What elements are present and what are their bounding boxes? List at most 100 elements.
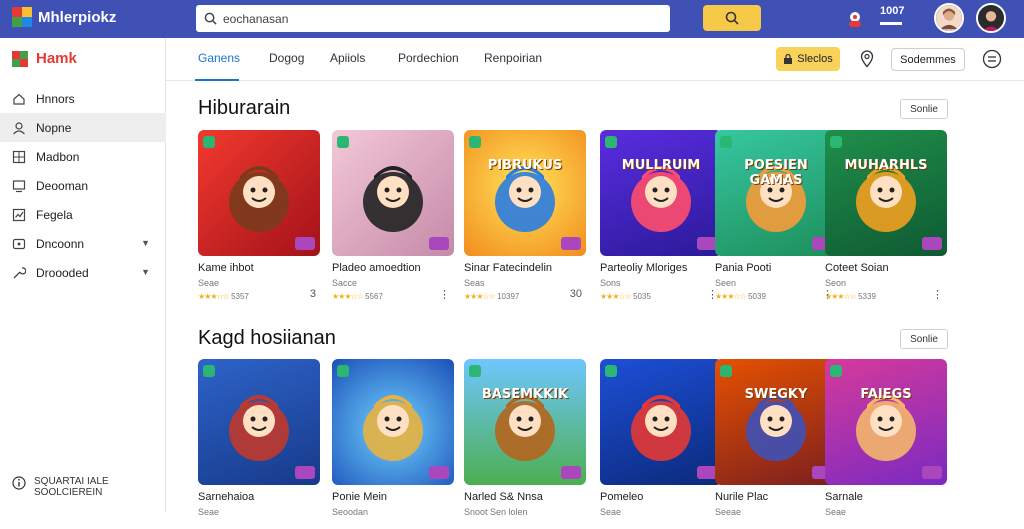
game-thumbnail[interactable]: POESIEN GAMAS — [715, 130, 837, 256]
tab-dogog[interactable]: Dogog — [269, 51, 304, 65]
game-card[interactable]: Ponie Mein Seoodan — [332, 359, 454, 529]
game-thumbnail[interactable] — [332, 130, 454, 256]
game-category: Seas — [464, 278, 485, 288]
sidebar-item-deooman[interactable]: Deooman — [0, 171, 166, 200]
game-category: Seae — [198, 278, 220, 288]
game-category: Seen — [715, 278, 737, 288]
game-thumbnail[interactable]: MULLRUIM — [600, 130, 722, 256]
avatar[interactable] — [976, 3, 1006, 33]
game-thumbnail[interactable]: FAIEGS — [825, 359, 947, 485]
game-logo-text: PIBRUKUS — [487, 158, 563, 173]
game-title[interactable]: Parteoliy Mloriges — [600, 262, 687, 274]
price-tag-icon — [429, 466, 449, 479]
more-options-icon[interactable]: ⋮ — [932, 288, 943, 301]
game-card[interactable]: BASEMKKIK Narled S& Nnsa Snoot Sen lolen — [464, 359, 586, 529]
sidebar-item-label: Droooded — [36, 265, 89, 280]
game-category: Seae — [600, 507, 622, 517]
game-card[interactable]: POESIEN GAMAS Pania Pooti Seen ★★★☆☆ 5039 ⋮ — [715, 130, 837, 301]
sidebar-brand[interactable]: Hamk — [12, 50, 77, 67]
info-icon — [12, 476, 26, 490]
game-rating: ★★★☆☆ 5039 — [715, 292, 766, 301]
game-category: Seae — [198, 507, 220, 517]
download-count: 3 — [309, 288, 316, 300]
game-card[interactable]: Pomeleo Seae — [600, 359, 722, 529]
search-button[interactable] — [703, 5, 761, 31]
price-tag-icon — [429, 237, 449, 250]
sidebar-item-dncoonn[interactable]: Dncoonn ▼ — [0, 229, 166, 258]
platform-badge-icon — [830, 136, 842, 148]
platform-badge-icon — [337, 365, 349, 377]
active-tab-indicator — [195, 79, 239, 81]
more-options-icon[interactable]: ⋮ — [439, 288, 450, 301]
game-category: Seoodan — [332, 507, 369, 517]
game-category: Snoot Sen lolen — [464, 507, 528, 517]
game-card[interactable]: FAIEGS Sarnale Seae — [825, 359, 947, 529]
game-thumbnail[interactable] — [332, 359, 454, 485]
game-card[interactable]: Kame ihbot Seae ★★★☆☆ 5357 3 — [198, 130, 320, 301]
game-thumbnail[interactable] — [600, 359, 722, 485]
game-thumbnail[interactable] — [198, 359, 320, 485]
game-card[interactable]: MULLRUIM Parteoliy Mloriges Sons ★★★☆☆ 5035… — [600, 130, 722, 301]
tab-apiiols[interactable]: Apiiols — [330, 51, 365, 65]
sidebar-item-label: Hnnors — [36, 91, 75, 106]
options-button[interactable]: Sodemmes — [891, 48, 965, 71]
see-all-button[interactable]: Sonlie — [900, 99, 948, 119]
tab-ganens[interactable]: Ganens — [198, 51, 240, 65]
price-tag-icon — [697, 466, 717, 479]
game-title[interactable]: Ponie Mein — [332, 491, 387, 503]
sidebar-item-fegela[interactable]: Fegela — [0, 200, 166, 229]
game-thumbnail[interactable]: SWEGKY — [715, 359, 837, 485]
see-all-button[interactable]: Sonlie — [900, 329, 948, 349]
star-rating-icon: ★★★☆☆ — [464, 292, 496, 301]
sidebar-item-hnnors[interactable]: Hnnors — [0, 84, 166, 113]
rating-count: 5039 — [748, 292, 766, 301]
game-card[interactable]: SWEGKY Nurile Plac Seeae — [715, 359, 837, 529]
game-thumbnail[interactable]: BASEMKKIK — [464, 359, 586, 485]
game-category: Sacce — [332, 278, 358, 288]
game-card[interactable]: PIBRUKUS Sinar Fatecindelin Seas ★★★☆☆ 1039… — [464, 130, 586, 301]
game-title[interactable]: Sarnehaioa — [198, 491, 254, 503]
notification-icon[interactable] — [844, 8, 866, 30]
game-title[interactable]: Pladeo amoedtion — [332, 262, 421, 274]
game-card[interactable]: Sarnehaioa Seae — [198, 359, 320, 529]
game-title[interactable]: Pomeleo — [600, 491, 643, 503]
location-icon[interactable] — [858, 50, 876, 68]
game-title[interactable]: Sinar Fatecindelin — [464, 262, 552, 274]
game-title[interactable]: Coteet Soian — [825, 262, 889, 274]
game-card[interactable]: Pladeo amoedtion Sacce ★★★☆☆ 5567 ⋮ — [332, 130, 454, 301]
game-title[interactable]: Pania Pooti — [715, 262, 771, 274]
info-icon[interactable] — [982, 49, 1002, 69]
game-title[interactable]: Sarnale — [825, 491, 863, 503]
avatar[interactable] — [934, 3, 964, 33]
sidebar-item-nopne[interactable]: Nopne — [0, 113, 166, 142]
section-title: Hiburarain — [198, 97, 291, 119]
logo-icon — [12, 7, 32, 27]
game-thumbnail[interactable]: MUHARHLS — [825, 130, 947, 256]
game-title[interactable]: Narled S& Nnsa — [464, 491, 543, 503]
sidebar-footer[interactable]: SQUARTAI IALE SOOLCIEREIN — [12, 476, 109, 498]
tab-pordechion[interactable]: Pordechion — [398, 51, 459, 65]
sidebar-nav: Hnnors Nopne Madbon Deooman Fegela Dncoonn ▼ Dr… — [0, 84, 166, 287]
platform-badge-icon — [605, 365, 617, 377]
game-thumbnail[interactable] — [198, 130, 320, 256]
app-logo[interactable]: Mhlerpiokz — [12, 7, 116, 27]
game-card[interactable]: MUHARHLS Coteet Soian Seon ★★★☆☆ 5339 ⋮ — [825, 130, 947, 301]
platform-badge-icon — [337, 136, 349, 148]
search-icon — [725, 11, 739, 25]
game-logo-text: SWEGKY — [744, 387, 808, 402]
filter-button[interactable]: Sleclos — [776, 47, 840, 71]
search-input[interactable]: eochanasan — [196, 5, 670, 32]
game-title[interactable]: Kame ihbot — [198, 262, 254, 274]
monitor-icon — [12, 179, 26, 192]
sidebar-item-madbon[interactable]: Madbon — [0, 142, 166, 171]
game-logo-text: MUHARHLS — [844, 158, 928, 173]
sidebar-item-label: Deooman — [36, 178, 89, 193]
notification-count: 1007 — [880, 6, 904, 28]
game-thumbnail[interactable]: PIBRUKUS — [464, 130, 586, 256]
rating-count: 10397 — [497, 292, 520, 301]
filter-label: Sleclos — [797, 53, 833, 65]
tab-renpoirian[interactable]: Renpoirian — [484, 51, 542, 65]
sidebar-item-droooded[interactable]: Droooded ▼ — [0, 258, 166, 287]
game-title[interactable]: Nurile Plac — [715, 491, 768, 503]
sidebar-item-label: Nopne — [36, 120, 72, 135]
